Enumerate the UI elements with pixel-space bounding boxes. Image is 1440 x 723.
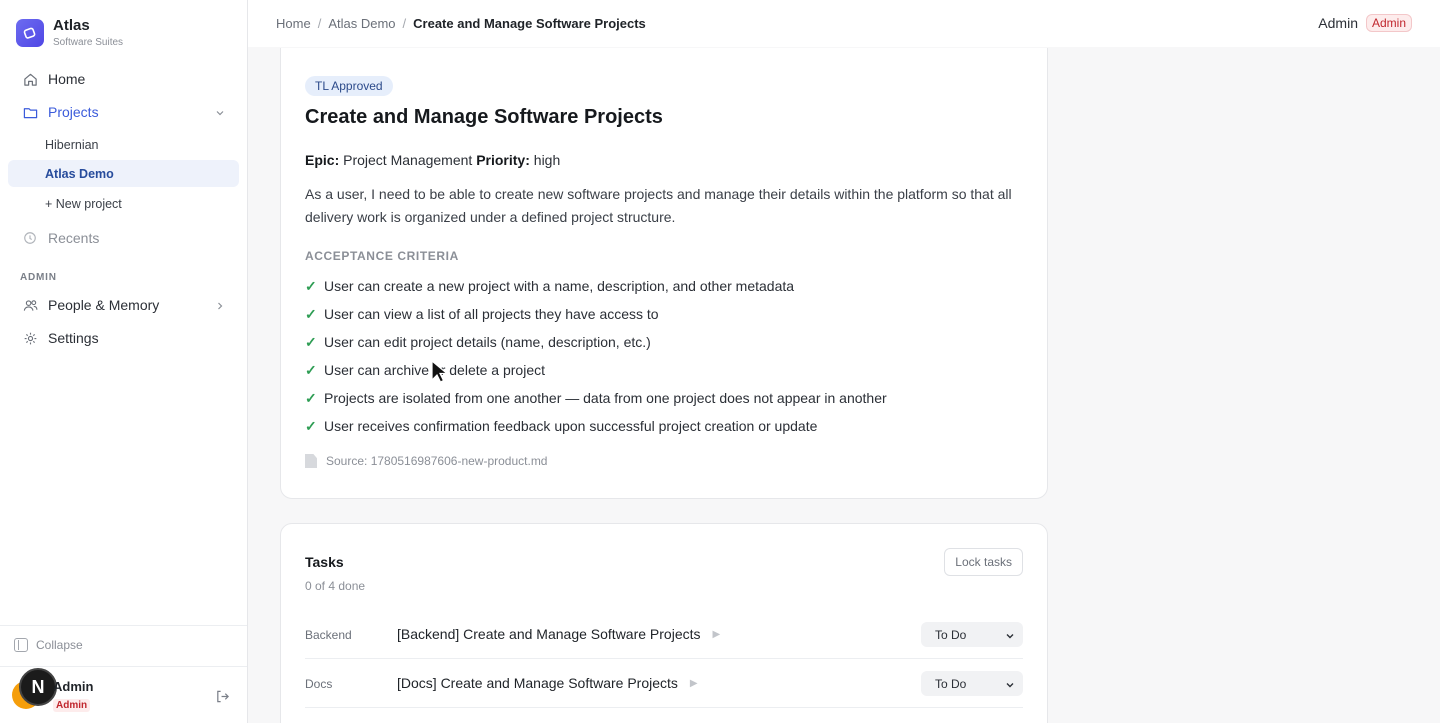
breadcrumb: Home / Atlas Demo / Create and Manage So… bbox=[276, 16, 646, 31]
task-tag: Backend bbox=[305, 628, 352, 642]
criterion-text: User can create a new project with a nam… bbox=[324, 278, 795, 294]
check-icon: ✓ bbox=[305, 305, 317, 322]
sidebar-project-hibernian[interactable]: Hibernian bbox=[8, 131, 239, 158]
sidebar-item-label: Recents bbox=[48, 230, 100, 246]
sidebar-item-label: People & Memory bbox=[48, 297, 160, 313]
chevron-down-icon bbox=[1005, 630, 1015, 644]
header-user-name: Admin bbox=[1318, 15, 1358, 31]
sidebar-project-atlas-demo[interactable]: Atlas Demo bbox=[8, 160, 239, 187]
sidebar: Atlas Software Suites Home Projects Hibe… bbox=[0, 0, 248, 723]
brand-name: Atlas bbox=[53, 17, 90, 34]
mouse-cursor-icon bbox=[431, 359, 449, 389]
criterion-text: User can view a list of all projects the… bbox=[324, 306, 659, 322]
task-status-value: To Do bbox=[935, 676, 967, 691]
sidebar-item-label: Settings bbox=[48, 330, 99, 346]
criterion-text: Projects are isolated from one another —… bbox=[324, 390, 887, 406]
logout-icon[interactable] bbox=[215, 689, 230, 709]
acceptance-criteria-list: ✓ User can create a new project with a na… bbox=[305, 272, 887, 440]
acceptance-criterion: ✓ Projects are isolated from one another … bbox=[305, 384, 887, 412]
admin-section-label: ADMIN bbox=[20, 272, 57, 283]
collapse-label: Collapse bbox=[36, 638, 83, 652]
sidebar-item-label: Projects bbox=[48, 104, 99, 120]
status-badge: TL Approved bbox=[305, 76, 393, 96]
check-icon: ✓ bbox=[305, 389, 317, 406]
sidebar-footer: Collapse N Admin Admin bbox=[0, 625, 247, 723]
chevron-down-icon bbox=[1005, 679, 1015, 693]
tasks-card: Tasks 0 of 4 done Lock tasks Backend [Ba… bbox=[280, 523, 1048, 723]
play-icon[interactable]: ▶ bbox=[690, 678, 698, 689]
sidebar-item-label: Home bbox=[48, 71, 86, 87]
acceptance-criterion: ✓User can archive or delete a project bbox=[305, 356, 887, 384]
atlas-logo-icon bbox=[16, 19, 44, 47]
epic-label: Epic: bbox=[305, 152, 340, 168]
story-meta: Epic: Project Management Priority: high bbox=[305, 152, 560, 168]
gear-icon bbox=[22, 330, 38, 346]
task-row[interactable]: Docs [Docs] Create and Manage Software P… bbox=[305, 659, 1023, 708]
user-profile[interactable]: N Admin Admin bbox=[0, 666, 247, 723]
story-card: TL Approved Create and Manage Software P… bbox=[280, 48, 1048, 499]
breadcrumb-current: Create and Manage Software Projects bbox=[413, 16, 646, 31]
priority-value: high bbox=[533, 152, 561, 168]
header-user-menu[interactable]: Admin Admin bbox=[1318, 14, 1412, 32]
epic-value: Project Management bbox=[343, 152, 473, 168]
task-status-value: To Do bbox=[935, 627, 967, 642]
chevron-down-icon[interactable] bbox=[215, 105, 225, 121]
sidebar-item-projects[interactable]: Projects bbox=[8, 98, 239, 126]
user-role-badge: Admin bbox=[53, 699, 91, 712]
criterion-text: User can edit project details (name, des… bbox=[324, 334, 651, 350]
chevron-right-icon[interactable] bbox=[215, 298, 225, 314]
task-title[interactable]: [Docs] Create and Manage Software Projec… bbox=[397, 675, 698, 691]
task-row[interactable]: Backend [Backend] Create and Manage Soft… bbox=[305, 610, 1023, 659]
acceptance-criterion: ✓ User receives confirmation feedback upo… bbox=[305, 412, 887, 440]
story-description: As a user, I need to be able to create n… bbox=[305, 186, 1012, 225]
play-icon[interactable]: ▶ bbox=[713, 629, 721, 640]
criterion-text: User receives confirmation feedback upon… bbox=[324, 418, 818, 434]
new-project-link[interactable]: + New project bbox=[8, 190, 239, 217]
source-text: Source: 1780516987606-new-product.md bbox=[326, 454, 548, 468]
header-role-badge: Admin bbox=[1365, 14, 1412, 32]
check-icon: ✓ bbox=[305, 333, 317, 350]
page-title: Create and Manage Software Projects bbox=[305, 106, 663, 128]
user-initial-badge[interactable]: N bbox=[19, 668, 57, 706]
tasks-heading: Tasks bbox=[305, 554, 344, 570]
priority-label: Priority: bbox=[476, 152, 530, 168]
task-status-select[interactable]: To Do bbox=[921, 622, 1023, 647]
acceptance-criteria-heading: ACCEPTANCE CRITERIA bbox=[305, 249, 459, 263]
user-name: Admin bbox=[53, 679, 94, 694]
check-icon: ✓ bbox=[305, 417, 317, 434]
sidebar-collapse-icon bbox=[14, 638, 28, 652]
acceptance-criterion: ✓ User can view a list of all projects th… bbox=[305, 300, 887, 328]
breadcrumb-separator: / bbox=[402, 16, 407, 31]
tasks-progress: 0 of 4 done bbox=[305, 579, 366, 593]
people-icon bbox=[22, 297, 38, 313]
clock-icon bbox=[22, 230, 38, 246]
breadcrumb-separator: / bbox=[317, 16, 322, 31]
collapse-button[interactable]: Collapse bbox=[14, 638, 83, 652]
lock-tasks-button[interactable]: Lock tasks bbox=[944, 548, 1023, 576]
source-file: Source: 1780516987606-new-product.md bbox=[305, 454, 547, 468]
breadcrumb-project[interactable]: Atlas Demo bbox=[328, 16, 395, 31]
breadcrumb-home[interactable]: Home bbox=[276, 16, 311, 31]
task-status-select[interactable]: To Do bbox=[921, 671, 1023, 696]
document-icon bbox=[305, 454, 317, 468]
task-tag: Docs bbox=[305, 677, 333, 691]
task-title[interactable]: [Backend] Create and Manage Software Pro… bbox=[397, 626, 720, 642]
acceptance-criterion: ✓ User can create a new project with a na… bbox=[305, 272, 887, 300]
sidebar-item-people-memory[interactable]: People & Memory bbox=[8, 291, 239, 319]
folder-icon bbox=[22, 104, 38, 120]
task-title-text: [Backend] Create and Manage Software Pro… bbox=[397, 626, 701, 642]
sidebar-item-settings[interactable]: Settings bbox=[8, 324, 239, 352]
brand-subtitle: Software Suites bbox=[53, 37, 124, 48]
brand[interactable]: Atlas Software Suites bbox=[16, 18, 123, 48]
home-icon bbox=[22, 71, 38, 87]
sidebar-item-recents[interactable]: Recents bbox=[8, 224, 239, 252]
sidebar-item-home[interactable]: Home bbox=[8, 65, 239, 93]
top-bar: Home / Atlas Demo / Create and Manage So… bbox=[248, 0, 1440, 47]
acceptance-criterion: ✓ User can edit project details (name, de… bbox=[305, 328, 887, 356]
check-icon: ✓ bbox=[305, 277, 317, 294]
check-icon: ✓ bbox=[305, 361, 317, 378]
task-title-text: [Docs] Create and Manage Software Projec… bbox=[397, 675, 678, 691]
